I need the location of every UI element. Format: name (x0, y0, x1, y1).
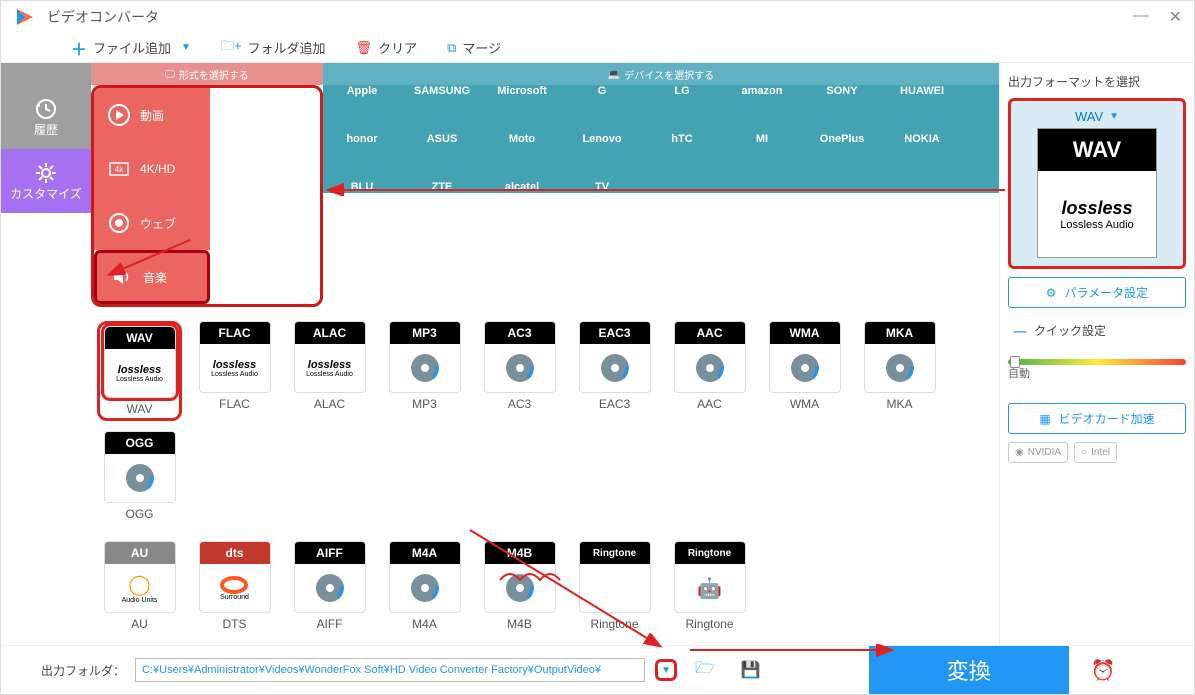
auto-label: 自動 (1008, 365, 1186, 381)
format-wma[interactable]: WMAWMA (762, 321, 847, 421)
quick-settings-button[interactable]: — クイック設定 (1008, 316, 1186, 345)
format-alac[interactable]: ALAClosslessLossless AudioALAC (287, 321, 372, 421)
category-4k-hd[interactable]: 4k 4K/HD (94, 142, 210, 196)
brand-grid: AppleSAMSUNGMicrosoftGLGamazonSONYHUAWEI… (323, 85, 999, 193)
chip-icon: ▦ (1039, 412, 1050, 426)
intel-icon: ○ (1081, 447, 1087, 458)
clear-button[interactable]: 🗑 クリア (356, 38, 418, 57)
brand-nokia[interactable]: NOKIA (891, 117, 953, 161)
add-folder-button[interactable]: 🗀+ フォルダ追加 (221, 37, 326, 59)
chevron-down-icon[interactable]: ▼ (1109, 111, 1119, 122)
history-tab[interactable]: 履歴 (1, 85, 91, 149)
format-thumb: WAV lossless Lossless Audio (1037, 128, 1157, 258)
minus-icon: — (1014, 324, 1026, 338)
brand-lg[interactable]: LG (651, 69, 713, 113)
brand-samsung[interactable]: SAMSUNG (411, 69, 473, 113)
intel-chip: ○ Intel (1074, 442, 1117, 463)
merge-button[interactable]: ⧉ マージ (447, 38, 501, 57)
folder-plus-icon: 🗀+ (221, 37, 242, 59)
quality-slider[interactable] (1008, 359, 1186, 365)
format-aiff[interactable]: AIFFAIFF (287, 541, 372, 631)
format-au[interactable]: AU◯Audio UnitsAU (97, 541, 182, 631)
minimize-icon[interactable]: — (1133, 7, 1149, 27)
app-title: ビデオコンバータ (47, 7, 1133, 27)
format-m4a[interactable]: M4AM4A (382, 541, 467, 631)
format-ringtone[interactable]: RingtoneRingtone (572, 541, 657, 631)
app-logo-icon (13, 5, 37, 29)
brand-sony[interactable]: SONY (811, 69, 873, 113)
toolbar: ＋ ファイル追加 ▼ 🗀+ フォルダ追加 🗑 クリア ⧉ マージ (1, 33, 1194, 63)
tab-select-format[interactable]: 🖵 形式を選択する (91, 63, 323, 85)
nvidia-chip: ◉ NVIDIA (1008, 442, 1068, 463)
brand-blu[interactable]: BLU (331, 165, 393, 209)
format-flac[interactable]: FLAClosslessLossless AudioFLAC (192, 321, 277, 421)
brand-htc[interactable]: hTC (651, 117, 713, 161)
format-ogg[interactable]: OGGOGG (97, 431, 182, 521)
speaker-icon (111, 266, 133, 288)
monitor-icon: 🖵 (165, 69, 175, 80)
add-file-button[interactable]: ＋ ファイル追加 ▼ (71, 36, 191, 60)
brand-moto[interactable]: Moto (491, 117, 553, 161)
close-icon[interactable]: ✕ (1169, 7, 1182, 27)
path-dropdown-button[interactable]: ▼ (655, 659, 677, 681)
open-folder-icon[interactable]: 🗁 (695, 657, 715, 684)
output-format-title: 出力フォーマットを選択 (1008, 73, 1186, 90)
play-icon (108, 104, 130, 126)
format-mp3[interactable]: MP3MP3 (382, 321, 467, 421)
trash-icon: 🗑 (356, 40, 373, 56)
convert-button[interactable]: 変換 (869, 646, 1069, 694)
history-icon (34, 97, 58, 121)
brand-zte[interactable]: ZTE (411, 165, 473, 209)
disk-icon[interactable]: 💾 (741, 660, 761, 680)
brand-mi[interactable]: MI (731, 117, 793, 161)
chevron-down-icon[interactable]: ▼ (181, 42, 191, 53)
format-m4b[interactable]: M4BM4B (477, 541, 562, 631)
sliders-icon: ⚙ (1046, 286, 1057, 300)
gpu-accel-button[interactable]: ▦ ビデオカード加速 (1008, 403, 1186, 434)
category-video[interactable]: 動画 (94, 88, 210, 142)
slider-knob[interactable] (1010, 356, 1020, 368)
format-eac3[interactable]: EAC3EAC3 (572, 321, 657, 421)
format-grid: WAVlosslessLossless AudioWAVFLAClossless… (91, 307, 999, 645)
brand-microsoft[interactable]: Microsoft (491, 69, 553, 113)
brand-huawei[interactable]: HUAWEI (891, 69, 953, 113)
bottom-bar: 出力フォルダ： C:¥Users¥Administrator¥Videos¥Wo… (1, 645, 1194, 694)
brand-asus[interactable]: ASUS (411, 117, 473, 161)
format-wav[interactable]: WAVlosslessLossless AudioWAV (97, 321, 182, 421)
output-folder-label: 出力フォルダ： (41, 662, 125, 679)
brand-lenovo[interactable]: Lenovo (571, 117, 633, 161)
brand-alcatel[interactable]: alcatel (491, 165, 553, 209)
gear-icon (34, 161, 58, 185)
category-web[interactable]: ウェブ (94, 196, 210, 250)
brand-amazon[interactable]: amazon (731, 69, 793, 113)
format-aac[interactable]: AACAAC (667, 321, 752, 421)
titlebar: ビデオコンバータ — ✕ (1, 1, 1194, 33)
format-ac3[interactable]: AC3AC3 (477, 321, 562, 421)
svg-text:4k: 4k (115, 165, 124, 174)
schedule-icon[interactable]: ⏰ (1091, 658, 1116, 683)
brand-oneplus[interactable]: OnePlus (811, 117, 873, 161)
category-audio[interactable]: 音楽 (94, 250, 210, 304)
brand-g[interactable]: G (571, 69, 633, 113)
format-mka[interactable]: MKAMKA (857, 321, 942, 421)
right-panel: 出力フォーマットを選択 WAV ▼ WAV lossless Lossless … (999, 63, 1194, 645)
4k-icon: 4k (108, 158, 130, 180)
merge-icon: ⧉ (447, 40, 456, 56)
brand-honor[interactable]: honor (331, 117, 393, 161)
format-dts[interactable]: dtsSurroundDTS (192, 541, 277, 631)
nvidia-icon: ◉ (1015, 447, 1024, 458)
output-format-preview[interactable]: WAV ▼ WAV lossless Lossless Audio (1008, 98, 1186, 269)
brand-apple[interactable]: Apple (331, 69, 393, 113)
format-ringtone[interactable]: Ringtone🤖Ringtone (667, 541, 752, 631)
customize-tab[interactable]: カスタマイズ (1, 149, 91, 213)
parameter-settings-button[interactable]: ⚙ パラメータ設定 (1008, 277, 1186, 308)
chrome-icon (108, 212, 130, 234)
output-path-field[interactable]: C:¥Users¥Administrator¥Videos¥WonderFox … (135, 658, 645, 682)
brand-tv[interactable]: TV (571, 165, 633, 209)
plus-icon: ＋ (71, 36, 87, 60)
